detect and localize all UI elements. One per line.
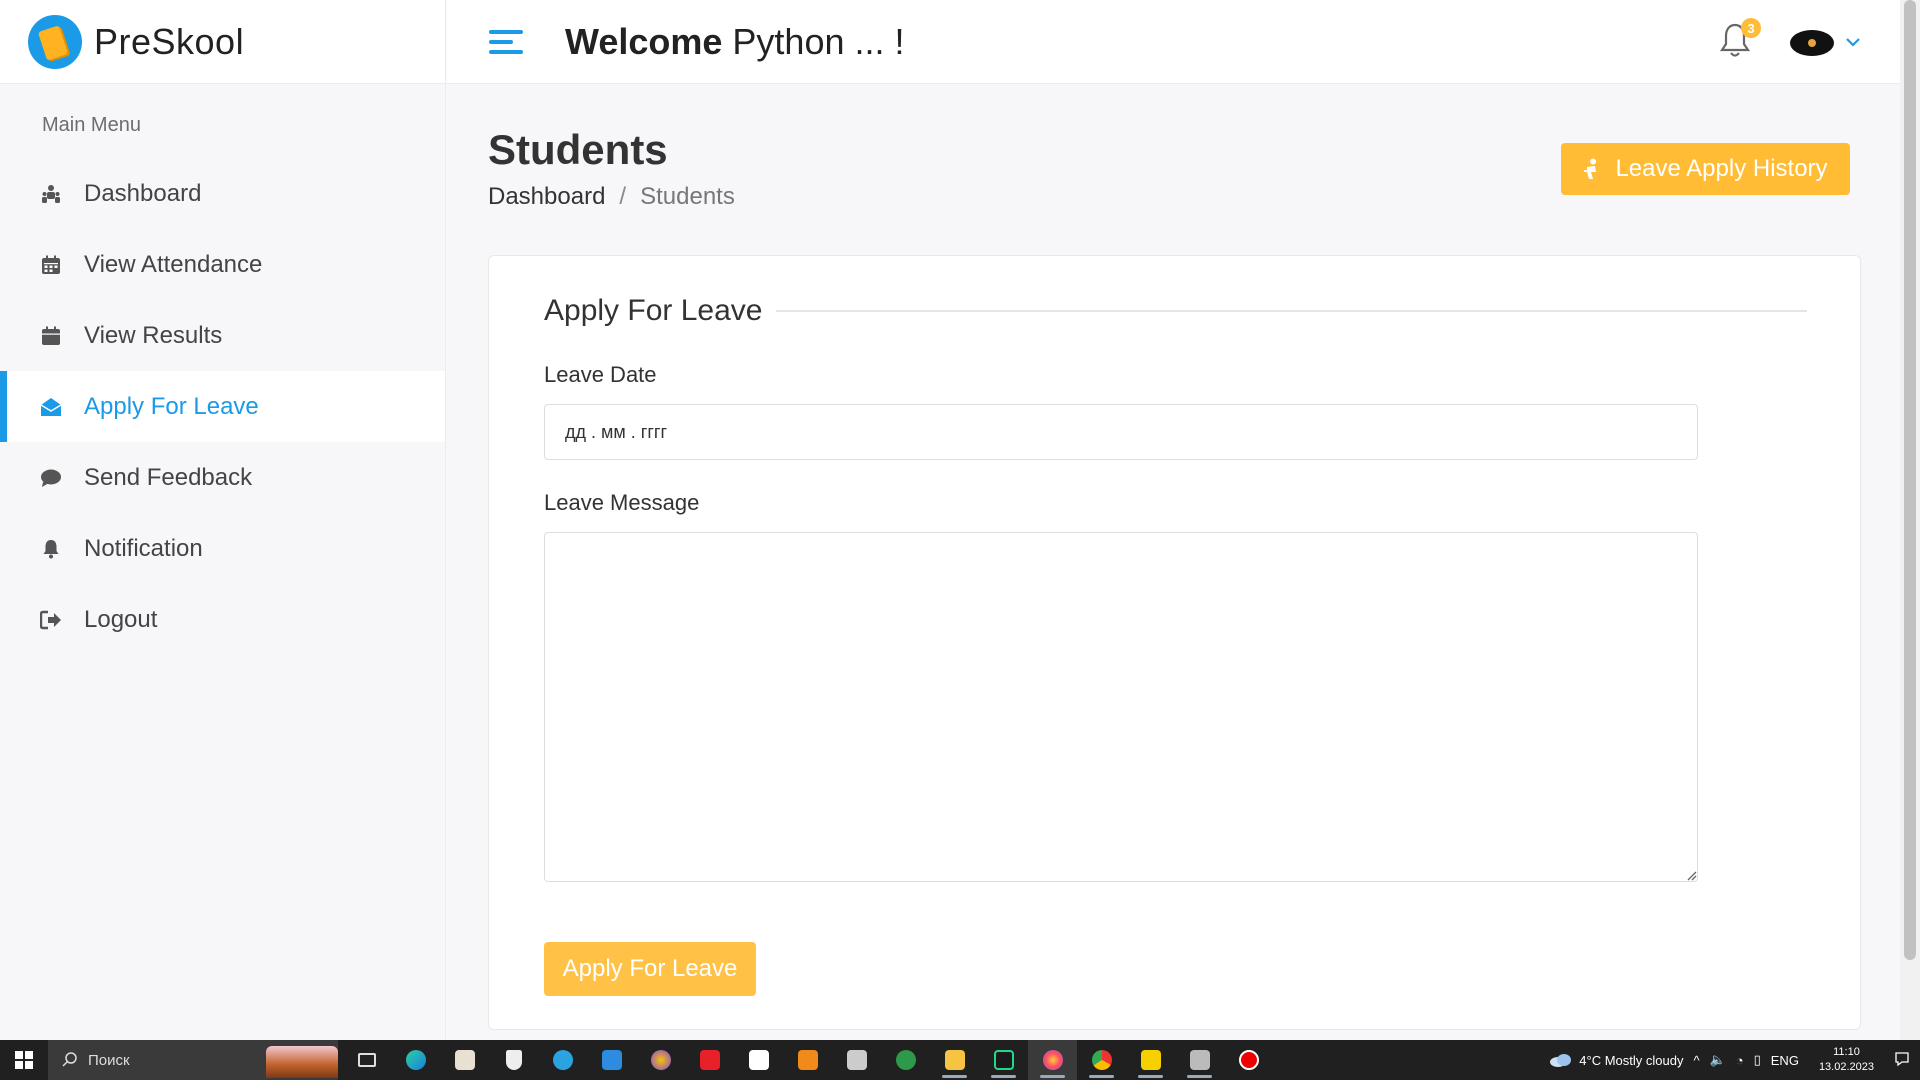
taskbar-apps xyxy=(342,1040,1273,1080)
bell-icon xyxy=(40,538,62,560)
search-highlight-image xyxy=(266,1046,338,1078)
brand-name: PreSkool xyxy=(94,20,245,62)
divider xyxy=(776,310,1807,312)
sidebar-item-view-attendance[interactable]: View Attendance xyxy=(0,229,445,300)
tray-chevron-up-icon[interactable]: ^ xyxy=(1693,1053,1699,1068)
leave-date-input[interactable]: дд . мм . гггг xyxy=(544,404,1698,460)
edge-browser-icon[interactable] xyxy=(391,1040,440,1080)
task-view-icon[interactable] xyxy=(342,1040,391,1080)
sidebar-item-label: Send Feedback xyxy=(84,463,253,491)
sidebar-item-label: Apply For Leave xyxy=(84,392,259,420)
mail-app-icon[interactable] xyxy=(587,1040,636,1080)
page-scrollbar[interactable] xyxy=(1900,0,1920,1040)
calendar-icon xyxy=(40,325,62,347)
database-app-icon[interactable] xyxy=(1175,1040,1224,1080)
leave-date-label: Leave Date xyxy=(544,362,657,387)
language-indicator[interactable]: ENG xyxy=(1771,1053,1799,1068)
sticky-notes-icon[interactable] xyxy=(1126,1040,1175,1080)
resize-handle-icon[interactable] xyxy=(1685,869,1697,881)
sidebar-item-label: View Attendance xyxy=(84,250,263,278)
breadcrumb-separator: / xyxy=(619,183,627,210)
sidebar-item-dashboard[interactable]: Dashboard xyxy=(0,158,445,229)
firefox-icon[interactable] xyxy=(1028,1040,1077,1080)
brand-logo[interactable]: PreSkool xyxy=(0,0,445,84)
action-center-icon[interactable] xyxy=(1894,1051,1910,1070)
sidebar-item-view-results[interactable]: View Results xyxy=(0,300,445,371)
menu-title: Main Menu xyxy=(42,114,141,136)
apply-for-leave-button[interactable]: Apply For Leave xyxy=(544,942,756,996)
welcome-message: Welcome Python ... ! xyxy=(565,21,905,63)
taskbar-search-box[interactable]: Поиск xyxy=(48,1040,338,1080)
telegram-icon[interactable] xyxy=(538,1040,587,1080)
clock-date: 13.02.2023 xyxy=(1818,1061,1874,1073)
windows-start-button[interactable] xyxy=(0,1040,48,1080)
notification-button[interactable]: 3 xyxy=(1719,18,1761,62)
logo-icon xyxy=(28,14,82,69)
welcome-label: Welcome xyxy=(565,20,723,62)
sidebar-item-label: Notification xyxy=(84,534,203,562)
os-taskbar: Поиск 4°C Mostly cloudy ^ 🔈 ◔ ▯ ENG 11:1… xyxy=(0,1040,1920,1080)
system-tray: 4°C Mostly cloudy ^ 🔈 ◔ ▯ ENG 11:10 13.0… xyxy=(1549,1040,1920,1080)
store-icon[interactable] xyxy=(734,1040,783,1080)
cloud-icon xyxy=(1550,1054,1572,1067)
logout-icon xyxy=(40,609,62,631)
form-title-row: Apply For Leave xyxy=(544,294,1807,328)
file-explorer-icon[interactable] xyxy=(930,1040,979,1080)
breadcrumb-dashboard-link[interactable]: Dashboard xyxy=(488,183,605,211)
sidebar-item-label: Dashboard xyxy=(84,179,202,207)
sidebar: PreSkool Main Menu Dashboard View Attend… xyxy=(0,0,446,1040)
clock-time: 11:10 xyxy=(1833,1046,1860,1058)
weather-widget[interactable]: 4°C Mostly cloudy xyxy=(1549,1052,1683,1068)
emblem-app-icon[interactable] xyxy=(881,1040,930,1080)
video-app-icon[interactable] xyxy=(685,1040,734,1080)
volume-icon[interactable]: 🔈 xyxy=(1710,1052,1726,1068)
chess-app-icon[interactable] xyxy=(440,1040,489,1080)
sidebar-item-apply-for-leave[interactable]: Apply For Leave xyxy=(0,371,445,442)
sidebar-item-label: View Results xyxy=(84,321,223,349)
leave-message-textarea[interactable] xyxy=(544,532,1698,882)
sidebar-item-notification[interactable]: Notification xyxy=(0,513,445,584)
notification-count-badge: 3 xyxy=(1741,18,1761,38)
scrollbar-thumb[interactable] xyxy=(1904,0,1916,960)
leave-message-label: Leave Message xyxy=(544,490,700,515)
welcome-user-name: Python ... ! xyxy=(732,20,905,62)
breadcrumb-current: Students xyxy=(640,183,735,210)
leave-apply-history-label: Leave Apply History xyxy=(1615,155,1828,182)
windows-icon xyxy=(15,1051,33,1069)
calendar-icon xyxy=(40,254,62,276)
form-title: Apply For Leave xyxy=(544,294,763,327)
taskbar-search-placeholder: Поиск xyxy=(88,1051,130,1069)
sublime-text-icon[interactable] xyxy=(783,1040,832,1080)
battery-icon[interactable]: ▯ xyxy=(1754,1052,1761,1068)
chrome-icon[interactable] xyxy=(1077,1040,1126,1080)
screen-recorder-icon[interactable] xyxy=(1224,1040,1273,1080)
envelope-open-icon xyxy=(40,396,62,418)
breadcrumb: Dashboard / Students xyxy=(488,183,735,211)
avatar[interactable] xyxy=(1790,30,1834,56)
search-icon xyxy=(62,1052,77,1067)
weather-text: 4°C Mostly cloudy xyxy=(1579,1052,1684,1068)
leave-apply-history-button[interactable]: Leave Apply History xyxy=(1561,143,1850,195)
chevron-down-icon[interactable] xyxy=(1845,36,1861,48)
settings-app-icon[interactable] xyxy=(832,1040,881,1080)
media-app-icon[interactable] xyxy=(636,1040,685,1080)
top-header: Welcome Python ... ! 3 xyxy=(447,0,1900,84)
sidebar-item-label: Logout xyxy=(84,605,158,633)
menu-toggle-icon[interactable] xyxy=(489,29,523,54)
user-group-icon xyxy=(40,183,62,205)
sidebar-item-send-feedback[interactable]: Send Feedback xyxy=(0,442,445,513)
comment-icon xyxy=(40,467,62,489)
security-shield-icon[interactable] xyxy=(489,1040,538,1080)
taskbar-clock[interactable]: 11:10 13.02.2023 xyxy=(1819,1045,1874,1075)
pycharm-icon[interactable] xyxy=(979,1040,1028,1080)
page-title: Students xyxy=(488,126,668,173)
wifi-icon[interactable]: ◔ xyxy=(1736,1053,1744,1068)
leave-form-card: Apply For Leave Leave Date дд . мм . ггг… xyxy=(488,255,1861,1030)
person-icon xyxy=(1584,158,1597,179)
sidebar-item-logout[interactable]: Logout xyxy=(0,584,445,655)
